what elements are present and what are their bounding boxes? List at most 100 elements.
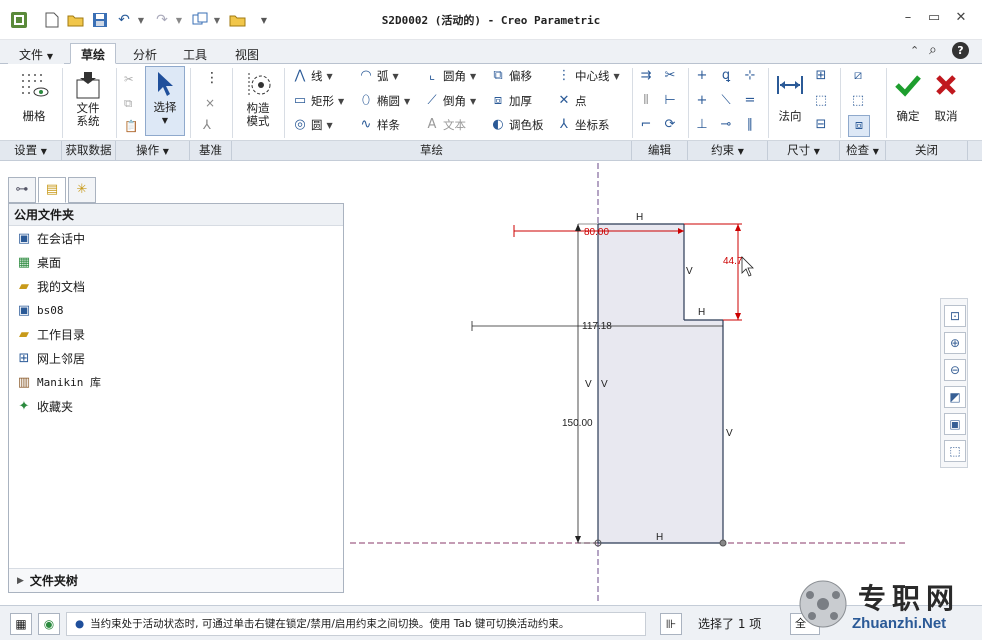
modify-icon[interactable]: ⇉ [638,68,657,84]
dim-step-height[interactable]: 44.7 [723,256,743,267]
constraint-vertical-centerline[interactable]: V [585,379,592,390]
nav-item-manikin-library[interactable]: ▥ Manikin 库 [9,370,343,394]
ellipse-tool[interactable]: ⬯ 椭圆 ▼ [358,93,410,109]
close-icon[interactable]: ✕ [950,10,972,28]
reference-dim-icon[interactable]: ⬚ [813,93,832,109]
maximize-icon[interactable]: ▭ [923,10,945,28]
group-settings[interactable]: 设置 ▼ [0,141,62,161]
nav-item-desktop[interactable]: ▦ 桌面 [9,250,343,274]
perimeter-icon[interactable]: ⊞ [813,68,832,84]
overlapping-geometry-icon[interactable]: ⧄ [850,68,869,84]
constraint-horizontal-icon[interactable]: + [694,93,713,109]
select-button[interactable]: 选择 ▼ [145,66,185,136]
text-tool[interactable]: A 文本 [424,117,466,133]
tab-tools[interactable]: 工具 [172,43,218,64]
tab-sketch[interactable]: 草绘 [70,43,117,64]
ok-button[interactable]: 确定 [890,68,926,123]
dim-total-height[interactable]: 150.00 [562,418,593,429]
nav-item-bs08[interactable]: ▣ bs08 [9,298,343,322]
folder-tree-toggle[interactable]: ▶ 文件夹树 [9,568,343,592]
sketch-view-icon[interactable]: ◩ [944,386,966,408]
copy-icon[interactable]: ⧉ [124,96,132,111]
centerline-tool[interactable]: ⋮ 中心线 ▼ [556,68,620,84]
dim-top-width[interactable]: 80.00 [584,227,609,238]
search-icon[interactable]: ⌕ [929,42,937,58]
constraint-perpendicular-icon[interactable]: ⊥ [694,117,713,133]
minimize-icon[interactable]: – [897,10,919,28]
vertex-point[interactable] [719,539,727,547]
display-style-icon[interactable]: ▣ [944,413,966,435]
constraint-symmetric-icon[interactable]: ⊸ [718,117,737,133]
model-tree-tab[interactable]: ⊶ [8,177,36,203]
constraint-horizontal-top[interactable]: H [636,212,643,223]
datum-point-icon[interactable]: × [205,96,215,110]
zoom-out-icon[interactable]: ⊖ [944,359,966,381]
nav-item-favorites[interactable]: ✦ 收藏夹 [9,394,343,418]
shade-closed-loops-icon[interactable]: ⧈ [848,115,870,137]
corner-icon[interactable]: ⌐ [638,117,657,133]
palette-tool[interactable]: ◐ 调色板 [490,117,543,133]
dim-mid-width[interactable]: 117.18 [582,321,612,332]
mirror-icon[interactable]: ⫴ [638,93,657,109]
browser-toggle-icon[interactable]: ◉ [38,613,60,635]
folder-browser-tab[interactable]: ▤ [38,177,66,203]
circle-tool[interactable]: ◎ 圆 ▼ [292,117,332,133]
constraint-horizontal-step[interactable]: H [698,307,705,318]
highlight-open-ends-icon[interactable]: ⬚ [850,93,869,109]
graphics-window[interactable]: 80.00 44.7 117.18 150.00 H V H V V V H [346,163,982,603]
favorites-tab[interactable]: ✳ [68,177,96,203]
constraint-coincident-icon[interactable]: ⟍ [718,93,737,109]
offset-tool[interactable]: ⧉ 偏移 [490,68,532,84]
baseline-icon[interactable]: ⊟ [813,117,832,133]
constraint-vertical-left[interactable]: V [601,379,608,390]
group-operations[interactable]: 操作 ▼ [116,141,190,161]
sketcher-display-icon[interactable]: ⬚ [944,440,966,462]
help-icon[interactable]: ? [952,42,969,59]
constraint-parallel-icon[interactable]: ∥ [742,117,761,133]
spline-tool[interactable]: ∿ 样条 [358,117,400,133]
paste-icon[interactable]: 📋 [124,119,138,133]
arc-tool[interactable]: ◠ 弧 ▼ [358,68,398,84]
group-inspect[interactable]: 检查 ▼ [840,141,886,161]
constraint-horizontal-bottom[interactable]: H [656,532,663,543]
chamfer-tool[interactable]: ⟋ 倒角 ▼ [424,93,476,109]
rectangle-tool[interactable]: ▭ 矩形 ▼ [292,93,344,109]
refit-icon[interactable]: ⊡ [944,305,966,327]
cut-icon[interactable]: ✂ [124,72,134,86]
divide-icon[interactable]: ⊢ [662,93,681,109]
group-constraints[interactable]: 约束 ▼ [688,141,768,161]
tab-view[interactable]: 视图 [224,43,270,64]
zoom-in-icon[interactable]: ⊕ [944,332,966,354]
smart-selection-icon[interactable]: ⊪ [660,613,682,635]
constraint-vertical-step[interactable]: V [686,266,693,277]
datum-coord-icon[interactable]: ⅄ [203,118,211,133]
collapse-ribbon-icon[interactable]: ⌃ [910,44,919,57]
sketch-svg[interactable]: 80.00 44.7 117.18 150.00 H V H V V V H [346,163,982,603]
nav-item-in-session[interactable]: ▣ 在会话中 [9,226,343,250]
nav-item-my-documents[interactable]: ▰ 我的文档 [9,274,343,298]
cancel-button[interactable]: 取消 [928,68,964,123]
point-tool[interactable]: ✕ 点 [556,93,587,109]
nav-item-network[interactable]: ⊞ 网上邻居 [9,346,343,370]
grid-button[interactable]: 栅格 [14,68,54,123]
delete-segment-icon[interactable]: ✂ [662,68,681,84]
constraint-vertical-right[interactable]: V [726,428,733,439]
fillet-tool[interactable]: ⌞ 圆角 ▼ [424,68,476,84]
tab-analysis[interactable]: 分析 [122,43,168,64]
file-system-button[interactable]: 文件 系统 [68,68,108,128]
constraint-vertical-icon[interactable]: + [694,68,713,84]
nav-item-working-directory[interactable]: ▰ 工作目录 [9,322,343,346]
constraint-tangent-icon[interactable]: ꝗ [718,68,737,84]
rotate-resize-icon[interactable]: ⟳ [662,117,681,133]
constraint-equal-icon[interactable]: = [742,93,761,109]
navigator-toggle-icon[interactable]: ▦ [10,613,32,635]
construction-mode-button[interactable]: 构造 模式 [238,68,278,128]
constraint-midpoint-icon[interactable]: ⊹ [742,68,761,84]
line-tool[interactable]: ⋀ 线 ▼ [292,68,333,84]
coord-sys-tool[interactable]: ⅄ 坐标系 [556,117,609,133]
tab-file[interactable]: 文件 ▼ [8,43,64,64]
normal-dimension-button[interactable]: 法向 [772,68,808,123]
datum-centerline-icon[interactable]: ⋮ [205,70,219,86]
group-dimension[interactable]: 尺寸 ▼ [768,141,840,161]
thicken-tool[interactable]: ⧈ 加厚 [490,93,532,109]
